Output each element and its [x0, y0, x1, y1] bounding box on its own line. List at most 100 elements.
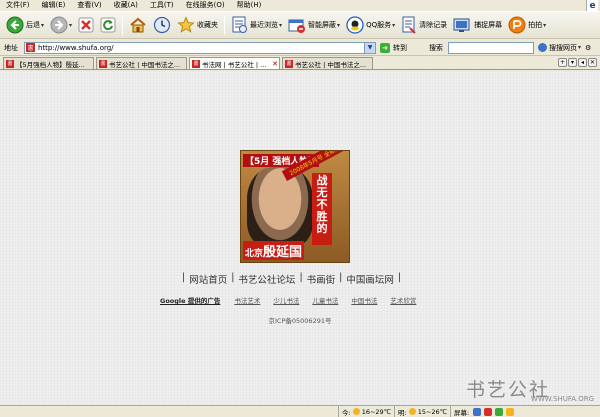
weather-today[interactable]: 今: 16~29℃: [338, 406, 394, 417]
screen-icon[interactable]: [473, 407, 482, 416]
tab-controls: + ▾ ◂ ✕: [557, 58, 597, 67]
browser-tab[interactable]: 書 书艺公社 | 中国书法之...: [96, 57, 187, 69]
forward-arrow-icon: [50, 16, 68, 34]
nav-divider: |: [182, 272, 186, 283]
watermark-url: WWW.SHUFA.ORG: [530, 395, 594, 403]
tab-prev-icon[interactable]: ◂: [578, 58, 587, 67]
banner-name: 殷延国: [263, 245, 303, 260]
menu-online-services[interactable]: 在线服务(O): [186, 0, 225, 11]
browser-tab-active[interactable]: 書 书法网 | 书艺公社 | ... ✕: [189, 57, 280, 69]
tab-bar: 書 【5月强档人物】殷延... 書 书艺公社 | 中国书法之... 書 书法网 …: [0, 57, 600, 70]
address-url-text: http://www.shufa.org/: [38, 43, 114, 52]
sun-icon: [352, 408, 360, 415]
toolbar-separator: [122, 15, 124, 35]
stop-button[interactable]: [75, 13, 97, 37]
site-watermark: 书艺公社 WWW.SHUFA.ORG: [466, 375, 594, 405]
block-icon[interactable]: [484, 407, 493, 416]
tab-close-icon[interactable]: ✕: [588, 58, 597, 67]
chevron-down-icon[interactable]: ▾: [392, 22, 395, 29]
tab-list-icon[interactable]: ▾: [568, 58, 577, 67]
qq-service-button[interactable]: QQ服务 ▾: [343, 13, 398, 37]
nav-divider: |: [339, 272, 343, 283]
ad-link[interactable]: 书法艺术: [234, 295, 260, 305]
search-web-button[interactable]: 搜搜网页 ▾: [538, 43, 581, 53]
new-tab-icon[interactable]: +: [558, 58, 567, 67]
search-input[interactable]: [448, 41, 534, 54]
favorites-button[interactable]: 收藏夹: [174, 13, 221, 37]
search-engine-icon: [538, 43, 547, 52]
google-ads: Google 提供的广告 书法艺术 少儿书法 儿童书法 中国书法 艺术欣赏: [160, 295, 440, 305]
zoom-icon[interactable]: [506, 407, 515, 416]
nav-link-street[interactable]: 书画街: [307, 272, 336, 286]
nav-divider: |: [231, 272, 235, 283]
paipai-button[interactable]: 拍拍 ▾: [505, 13, 549, 37]
chevron-down-icon[interactable]: ▾: [578, 44, 581, 51]
nav-link-painting[interactable]: 中国画坛网: [346, 272, 394, 286]
forward-button[interactable]: ▾: [47, 13, 75, 37]
browser-tab[interactable]: 書 书艺公社 | 中国书法之...: [282, 57, 373, 69]
qq-icon: [346, 16, 364, 34]
capture-screen-button[interactable]: 捕捉屏幕: [450, 13, 505, 37]
menu-favorites[interactable]: 收藏(A): [114, 0, 138, 11]
toolbar-separator: [224, 15, 226, 35]
chevron-down-icon[interactable]: ▾: [337, 22, 340, 29]
portrait-image: [247, 167, 313, 247]
ads-label[interactable]: Google 提供的广告: [160, 295, 220, 305]
close-tab-icon[interactable]: ✕: [271, 60, 279, 68]
banner-caption: 北京殷延国: [243, 241, 305, 260]
paipai-icon: [508, 16, 526, 34]
download-icon[interactable]: [495, 407, 504, 416]
smart-block-button[interactable]: 智能屏蔽 ▾: [285, 13, 343, 37]
menu-file[interactable]: 文件(F): [6, 0, 30, 11]
address-label: 地址: [4, 43, 18, 52]
menu-bar: 文件(F) 编辑(E) 查看(V) 收藏(A) 工具(T) 在线服务(O) 帮助…: [0, 0, 600, 11]
ad-link[interactable]: 艺术欣赏: [390, 295, 416, 305]
chevron-down-icon[interactable]: ▼: [364, 42, 375, 53]
address-bar: 地址 書 http://www.shufa.org/ ▼ ➔ 转到 搜索 搜搜网…: [0, 40, 600, 56]
menu-help[interactable]: 帮助(H): [237, 0, 262, 11]
site-favicon-icon: 書: [192, 59, 200, 68]
chevron-down-icon[interactable]: ▾: [279, 22, 282, 29]
refresh-icon: [100, 17, 116, 33]
clock-icon: [153, 16, 171, 34]
back-button[interactable]: 后退 ▾: [3, 13, 47, 37]
refresh-button[interactable]: [97, 13, 119, 37]
chevron-down-icon[interactable]: ▾: [69, 22, 72, 29]
ad-link[interactable]: 中国书法: [351, 295, 377, 305]
browser-tab[interactable]: 書 【5月强档人物】殷延...: [3, 57, 94, 69]
browser-logo-icon: e: [586, 0, 598, 11]
search-options-icon[interactable]: ⚙: [585, 44, 591, 52]
chevron-down-icon[interactable]: ▾: [41, 22, 44, 29]
nav-divider: |: [299, 272, 303, 283]
chevron-down-icon[interactable]: ▾: [543, 22, 546, 29]
nav-link-home[interactable]: 网站首页: [189, 272, 227, 286]
home-button[interactable]: [126, 13, 150, 37]
screen-capture-icon: [453, 17, 472, 34]
clear-history-button[interactable]: 清除记录: [398, 13, 450, 37]
ad-link[interactable]: 儿童书法: [312, 295, 338, 305]
toolbar: 后退 ▾ ▾ 收藏夹 最近浏览 ▾ 智能屏蔽 ▾ QQ服务 ▾ 清除记录 捕捉屏…: [0, 11, 600, 39]
history-clock-button[interactable]: [150, 13, 174, 37]
ad-link[interactable]: 少儿书法: [273, 295, 299, 305]
go-arrow-icon: ➔: [380, 42, 390, 53]
magazine-cover-banner[interactable]: 【5月 强档人物】 2008年5月号 全新出版 战无不胜的 北京殷延国: [240, 150, 350, 263]
menu-edit[interactable]: 编辑(E): [42, 0, 66, 11]
recent-list-icon: [231, 16, 248, 34]
address-input[interactable]: 書 http://www.shufa.org/ ▼: [24, 41, 376, 54]
home-icon: [129, 16, 147, 34]
recent-button[interactable]: 最近浏览 ▾: [228, 13, 285, 37]
go-button[interactable]: ➔ 转到: [380, 42, 407, 53]
weather-tomorrow[interactable]: 明: 15~26℃: [394, 406, 450, 417]
star-icon: [177, 16, 195, 34]
clear-record-icon: [401, 16, 417, 34]
sun-icon: [408, 408, 416, 415]
banner-slogan: 战无不胜的: [312, 173, 332, 245]
menu-view[interactable]: 查看(V): [77, 0, 101, 11]
site-favicon-icon: 書: [285, 59, 293, 68]
site-nav: | 网站首页 | 书艺公社论坛 | 书画街 | 中国画坛网 |: [178, 272, 418, 286]
search-label: 搜索: [429, 43, 443, 52]
status-bar: 今: 16~29℃ 明: 15~26℃ 屏幕:: [0, 405, 600, 417]
icp-notice: 京ICP备05006291号: [268, 317, 332, 325]
menu-tools[interactable]: 工具(T): [150, 0, 174, 11]
nav-link-forum[interactable]: 书艺公社论坛: [238, 272, 295, 286]
